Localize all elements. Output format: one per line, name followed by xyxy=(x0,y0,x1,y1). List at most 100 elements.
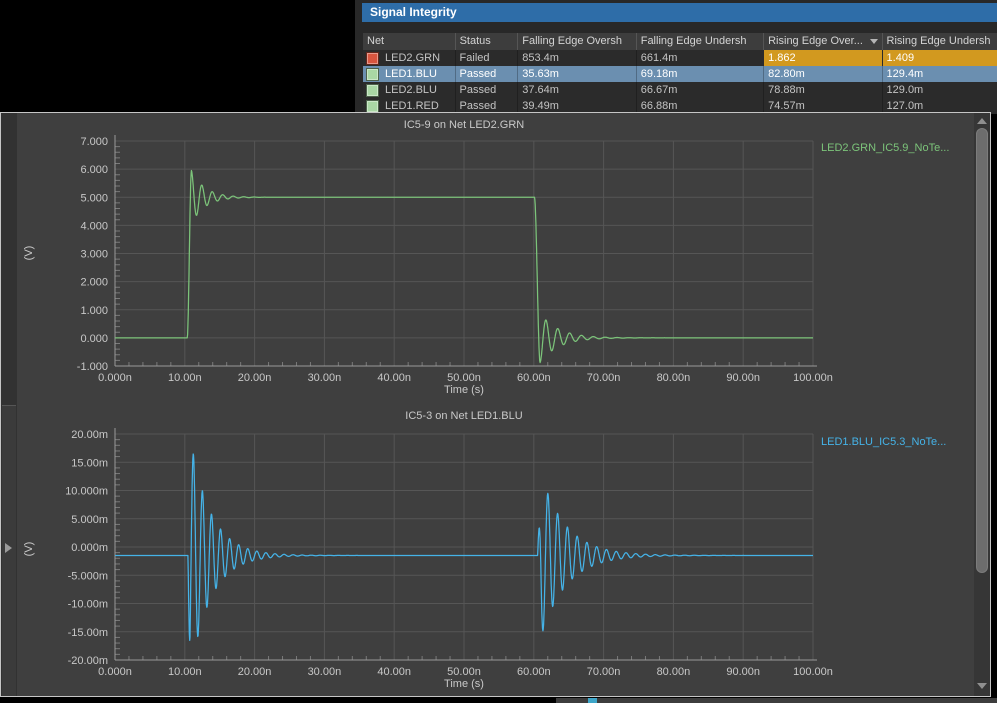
x-tick-label: 10.00n xyxy=(168,666,202,678)
x-tick-label: 80.00n xyxy=(657,372,691,384)
value-cell: 66.67m xyxy=(636,82,763,98)
x-tick-label: 60.00n xyxy=(517,666,551,678)
y-tick-label: 5.000 xyxy=(80,192,108,204)
x-tick-label: 40.00n xyxy=(377,372,411,384)
status-cell: Passed xyxy=(455,66,518,82)
x-tick-label: 10.00n xyxy=(168,372,202,384)
table-row-led2-grn[interactable]: LED2.GRN Failed853.4m661.4m1.8621.409 xyxy=(363,50,997,66)
column-header-status[interactable]: Status xyxy=(455,33,518,50)
value-cell: 1.409 xyxy=(882,50,997,66)
chart-ic5-9: 7.000 6.000 5.000 4.000 3.000 2.000 1.000 0.000… xyxy=(77,135,833,384)
net-name: LED2.BLU xyxy=(385,82,437,98)
value-cell: 69.18m xyxy=(636,66,763,82)
status-cell: Passed xyxy=(455,82,518,98)
x-tick-label: 70.00n xyxy=(587,372,621,384)
y-tick-label: 15.00m xyxy=(71,457,108,469)
y-tick-label: 7.000 xyxy=(80,136,108,148)
y-tick-label: 6.000 xyxy=(80,164,108,176)
y-tick-label: 0.000 xyxy=(80,333,108,345)
table-header-row: Net Status Falling Edge Oversh Falling Edge… xyxy=(363,33,997,50)
column-header-net[interactable]: Net xyxy=(363,33,455,50)
column-header-rising-edge-over[interactable]: Rising Edge Over... xyxy=(763,33,881,50)
legend-entry[interactable]: LED2.GRN_IC5.9_NoTe... xyxy=(821,142,949,154)
scroll-down-icon[interactable] xyxy=(977,683,987,689)
x-tick-label: 50.00n xyxy=(447,372,481,384)
status-color-swatch xyxy=(366,84,379,97)
x-tick-label: 30.00n xyxy=(308,372,342,384)
scrollbar-thumb[interactable] xyxy=(976,128,988,573)
x-tick-label: 80.00n xyxy=(657,666,691,678)
value-cell: 78.88m xyxy=(763,82,881,98)
status-color-swatch xyxy=(366,68,379,81)
background-accent xyxy=(588,698,597,703)
x-tick-label: 100.00n xyxy=(793,666,833,678)
waveform-window: 7.000 6.000 5.000 4.000 3.000 2.000 1.000 0.000… xyxy=(0,112,991,697)
background-window-edge xyxy=(556,698,997,703)
x-tick-label: 100.00n xyxy=(793,372,833,384)
column-header-label: Status xyxy=(460,35,491,47)
x-tick-label: 0.000n xyxy=(98,666,132,678)
scroll-up-icon[interactable] xyxy=(977,118,987,124)
x-tick-label: 70.00n xyxy=(587,666,621,678)
value-cell: 129.0m xyxy=(882,82,997,98)
y-tick-label: -5.000m xyxy=(68,570,108,582)
y-tick-label: 0.000m xyxy=(71,542,108,554)
column-header-label: Falling Edge Undersh xyxy=(641,35,747,47)
value-cell: 1.862 xyxy=(763,50,881,66)
table-body: LED2.GRNFailed853.4m661.4m1.8621.409LED1… xyxy=(363,50,997,114)
status-cell: Failed xyxy=(455,50,518,66)
panel-title: Signal Integrity xyxy=(370,5,457,19)
column-header-falling-edge-undersh[interactable]: Falling Edge Undersh xyxy=(636,33,763,50)
value-cell: 129.4m xyxy=(882,66,997,82)
value-cell: 82.80m xyxy=(763,66,881,82)
y-tick-label: 10.000m xyxy=(65,486,108,498)
panel-header[interactable]: Signal Integrity xyxy=(362,3,997,22)
net-name: LED1.BLU xyxy=(385,66,437,82)
y-tick-label: 1.000 xyxy=(80,305,108,317)
chart-title: IC5-9 on Net LED2.GRN xyxy=(115,119,813,131)
x-tick-label: 40.00n xyxy=(377,666,411,678)
column-header-label: Falling Edge Oversh xyxy=(522,35,622,47)
y-tick-label: -15.00m xyxy=(68,627,108,639)
x-tick-label: 90.00n xyxy=(726,372,760,384)
y-tick-label: 20.00m xyxy=(71,429,108,441)
status-color-swatch xyxy=(366,52,379,65)
value-cell: 853.4m xyxy=(517,50,635,66)
y-tick-label: -10.00m xyxy=(68,599,108,611)
y-axis-unit-label: (V) xyxy=(23,241,35,265)
table-row-led1-blu[interactable]: LED1.BLU Passed35.63m69.18m82.80m129.4m xyxy=(363,66,997,82)
vertical-scrollbar[interactable] xyxy=(974,113,990,696)
x-tick-label: 90.00n xyxy=(726,666,760,678)
y-axis-unit-label: (V) xyxy=(23,537,35,561)
signal-integrity-panel: Signal Integrity Net Status Falling Edge O… xyxy=(355,0,997,114)
waveform-canvas[interactable]: 7.000 6.000 5.000 4.000 3.000 2.000 1.000 0.000… xyxy=(1,113,990,696)
column-header-label: Net xyxy=(367,35,384,47)
column-header-label: Rising Edge Over... xyxy=(768,35,863,47)
column-header-label: Rising Edge Undersh xyxy=(887,35,991,47)
x-tick-label: 60.00n xyxy=(517,372,551,384)
status-color-swatch xyxy=(366,100,379,113)
legend-entry[interactable]: LED1.BLU_IC5.3_NoTe... xyxy=(821,436,946,448)
x-tick-label: 30.00n xyxy=(308,666,342,678)
net-cell: LED2.BLU xyxy=(363,82,455,98)
value-cell: 661.4m xyxy=(636,50,763,66)
x-axis-label: Time (s) xyxy=(115,678,813,690)
y-tick-label: 2.000 xyxy=(80,277,108,289)
net-cell: LED2.GRN xyxy=(363,50,455,66)
y-tick-label: 5.000m xyxy=(71,514,108,526)
x-tick-label: 20.00n xyxy=(238,666,272,678)
net-name: LED2.GRN xyxy=(385,50,440,66)
column-header-rising-edge-undersh[interactable]: Rising Edge Undersh xyxy=(882,33,997,50)
x-axis-label: Time (s) xyxy=(115,384,813,396)
chart-ic5-3: 20.00m 15.00m 10.000m 5.000m 0.000m -5.000m -1… xyxy=(65,428,833,678)
x-tick-label: 0.000n xyxy=(98,372,132,384)
value-cell: 35.63m xyxy=(517,66,635,82)
sort-desc-icon xyxy=(870,39,878,44)
table-row-led2-blu[interactable]: LED2.BLUPassed37.64m66.67m78.88m129.0m xyxy=(363,82,997,98)
column-header-falling-edge-oversh[interactable]: Falling Edge Oversh xyxy=(517,33,635,50)
x-tick-label: 50.00n xyxy=(447,666,481,678)
waveform-window-content: 7.000 6.000 5.000 4.000 3.000 2.000 1.000 0.000… xyxy=(1,113,990,696)
chart-title: IC5-3 on Net LED1.BLU xyxy=(115,410,813,422)
y-tick-label: 3.000 xyxy=(80,249,108,261)
y-tick-label: 4.000 xyxy=(80,220,108,232)
